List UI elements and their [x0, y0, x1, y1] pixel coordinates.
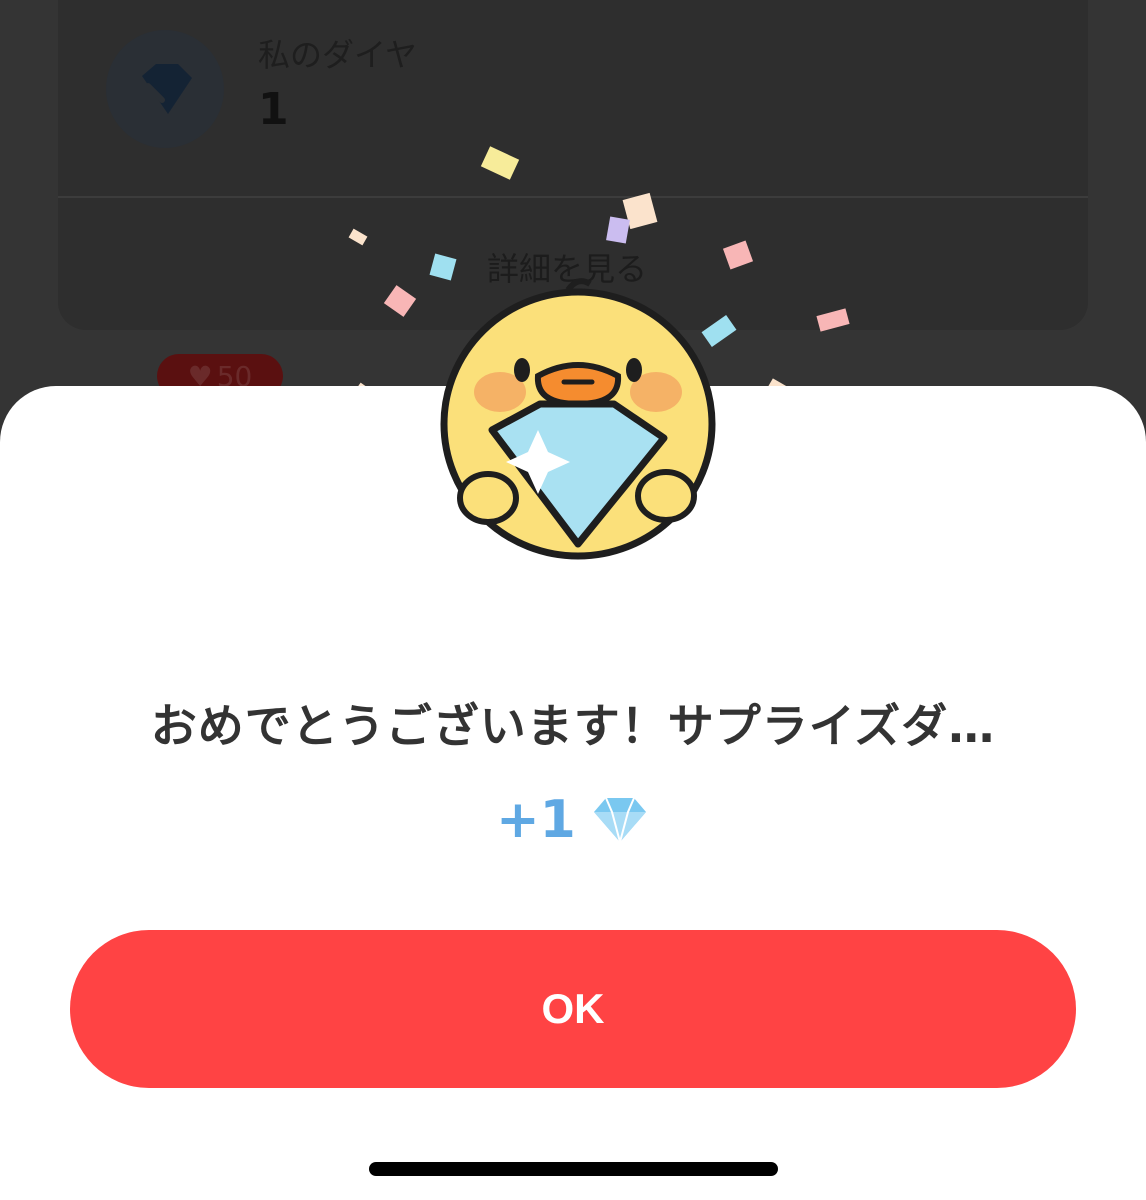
dialog-title: おめでとうございます！サプライズダ… — [150, 699, 996, 753]
reward-amount: +1 — [496, 790, 576, 850]
reward-row: +1 — [0, 790, 1146, 850]
diamond-icon — [593, 797, 646, 844]
home-indicator[interactable] — [369, 1162, 778, 1176]
chick-body — [440, 278, 716, 560]
ok-button[interactable]: OK — [70, 930, 1076, 1088]
